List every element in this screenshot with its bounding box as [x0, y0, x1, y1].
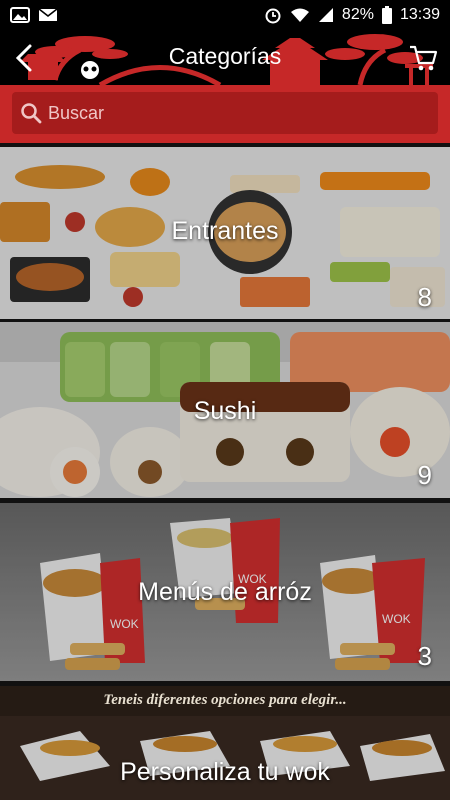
search-box[interactable] — [12, 92, 438, 134]
category-name: Sushi — [193, 397, 257, 425]
category-list: Entrantes 8 Sushi 9 WOK WOK WOK Menús de… — [0, 143, 450, 800]
image-icon — [10, 7, 30, 23]
category-card-menus-de-arroz[interactable]: WOK WOK WOK Menús de arróz 3 — [0, 503, 450, 681]
category-name: Menús de arróz — [138, 578, 312, 606]
search-bar-container — [0, 85, 450, 143]
page-title: Categorías — [168, 43, 282, 69]
mail-icon — [38, 8, 58, 21]
status-right: 82% 13:39 — [264, 6, 440, 24]
status-bar: 82% 13:39 — [0, 0, 450, 30]
category-count: 9 — [417, 460, 432, 490]
search-input[interactable] — [46, 101, 410, 125]
category-count: 3 — [417, 641, 432, 671]
alarm-icon — [265, 8, 281, 24]
status-left — [10, 7, 58, 23]
category-card-personaliza-tu-wok[interactable]: Teneis diferentes opciones para elegir..… — [0, 686, 450, 800]
category-card-entrantes[interactable]: Entrantes 8 — [0, 147, 450, 319]
signal-icon — [318, 8, 333, 22]
wifi-icon — [290, 8, 309, 22]
category-count: 8 — [417, 282, 432, 312]
clock: 13:39 — [399, 6, 440, 23]
app-bar: Categorías — [0, 30, 450, 85]
battery-icon — [381, 6, 392, 24]
cart-icon[interactable] — [408, 44, 438, 72]
category-name: Personaliza tu wok — [120, 758, 330, 786]
search-icon — [21, 103, 42, 124]
banner-text: Teneis diferentes opciones para elegir..… — [103, 692, 347, 708]
category-name: Entrantes — [171, 217, 279, 245]
category-card-sushi[interactable]: Sushi 9 — [0, 322, 450, 498]
battery-percent: 82% — [341, 6, 374, 23]
